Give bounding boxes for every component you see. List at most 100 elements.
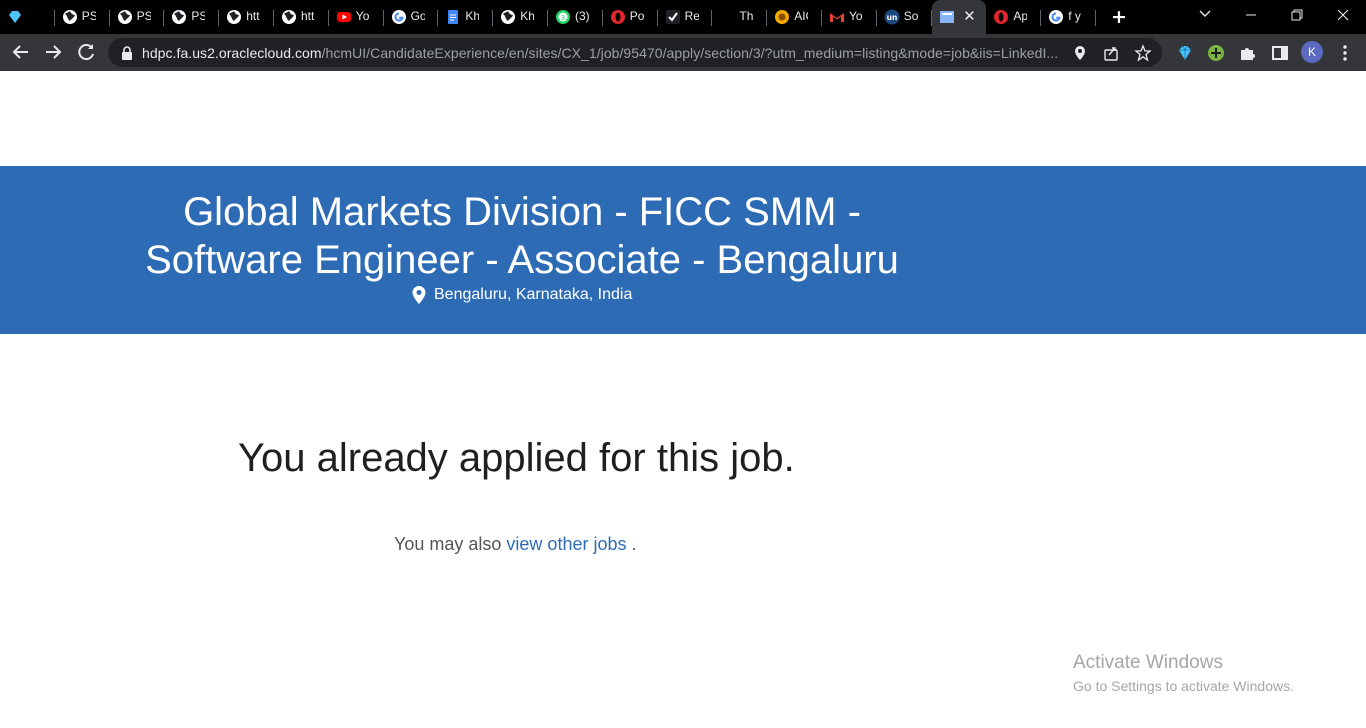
tab-title: (3) <box>575 9 589 23</box>
docs-icon <box>448 10 459 24</box>
gem-extension-icon[interactable] <box>1175 43 1195 63</box>
arrow-left-icon <box>12 45 28 59</box>
other-jobs-prefix: You may also <box>394 534 502 554</box>
browser-tab[interactable]: Rec <box>658 0 713 34</box>
reload-button[interactable] <box>71 37 101 67</box>
youtube-icon <box>336 12 351 22</box>
view-other-jobs-link[interactable]: view other jobs <box>506 534 626 554</box>
puzzle-icon[interactable] <box>1238 43 1258 63</box>
forward-button[interactable] <box>38 37 68 67</box>
browser-tab[interactable]: PSI <box>164 0 220 34</box>
tab-search-button[interactable] <box>1182 0 1228 30</box>
blank-icon <box>719 9 735 25</box>
tab-title: PSI <box>191 9 206 23</box>
new-tab-button[interactable]: + <box>1108 6 1130 28</box>
browser-tab[interactable]: f y <box>1041 0 1096 34</box>
google-icon <box>391 10 406 24</box>
browser-tab[interactable]: AIC <box>767 0 822 34</box>
close-icon <box>1337 9 1349 21</box>
tab-title: Kh <box>520 9 535 23</box>
tab-title: htt <box>301 9 315 23</box>
minimize-button[interactable] <box>1228 0 1274 30</box>
page-icon <box>939 11 954 23</box>
avatar[interactable]: K <box>1301 41 1323 63</box>
check-icon <box>665 10 680 24</box>
side-panel-icon[interactable] <box>1270 43 1290 63</box>
tab-title: AIC <box>794 9 808 23</box>
star-icon[interactable] <box>1134 44 1152 62</box>
browser-tab[interactable]: Th <box>712 0 768 34</box>
tab-title: Sol <box>903 9 918 23</box>
gmail-icon <box>830 13 844 22</box>
globe-icon <box>172 10 187 24</box>
browser-tab[interactable] <box>0 0 55 34</box>
watermark-title: Activate Windows <box>1073 652 1223 673</box>
tab-active[interactable]: ✕ <box>931 0 987 34</box>
browser-tab[interactable]: Kh <box>438 0 494 34</box>
restore-button[interactable] <box>1274 0 1320 30</box>
globe-icon <box>282 10 296 24</box>
location-pin-icon <box>412 286 426 304</box>
share-icon[interactable] <box>1102 44 1120 62</box>
browser-tab[interactable]: un Sol <box>877 0 932 34</box>
add-extension-icon[interactable] <box>1206 43 1226 63</box>
opera-icon <box>610 10 625 24</box>
globe-icon <box>501 10 516 24</box>
browser-tab[interactable]: Ap <box>986 0 1042 34</box>
browser-tab[interactable]: You <box>822 0 877 34</box>
tab-separator <box>1094 10 1096 26</box>
tab-title: Go <box>410 9 425 23</box>
google-icon <box>1049 10 1064 24</box>
chevron-down-icon <box>1199 10 1211 17</box>
browser-tab[interactable]: You <box>329 0 384 34</box>
tab-title: Rec <box>684 9 699 23</box>
minimize-icon <box>1246 14 1256 16</box>
gem-icon <box>9 11 21 23</box>
svg-text:un: un <box>886 13 897 22</box>
reload-icon <box>78 44 94 61</box>
browser-tab[interactable]: htt <box>219 0 274 34</box>
lock-icon <box>122 46 132 60</box>
tab-title: Ap <box>1013 9 1028 23</box>
back-button[interactable] <box>6 37 36 67</box>
job-location: Bengaluru, Karnataka, India <box>412 286 632 304</box>
activate-windows-watermark: Activate Windows Go to Settings to activ… <box>1073 652 1294 696</box>
already-applied-heading: You already applied for this job. <box>238 436 795 480</box>
tab-title: PSI <box>81 9 96 23</box>
job-location-text: Bengaluru, Karnataka, India <box>434 286 633 303</box>
tab-title: You <box>355 9 370 23</box>
globe-icon <box>227 10 242 24</box>
tab-title: f y <box>1068 9 1081 23</box>
close-window-button[interactable] <box>1320 0 1366 30</box>
tab-title: Pot <box>629 9 644 23</box>
emblem-icon <box>775 10 790 24</box>
whatsapp-icon: 3 <box>556 10 570 24</box>
tab-title: PSI <box>136 9 151 23</box>
tab-strip: PSI PSI PSI htt htt You Go Kh Kh 3 (3) Pot Rec Th AIC Y… <box>0 0 1366 34</box>
location-pin-icon[interactable] <box>1071 44 1089 62</box>
browser-tab[interactable]: PSI <box>110 0 165 34</box>
browser-tab[interactable]: htt <box>274 0 329 34</box>
tab-title: Kh <box>465 9 480 23</box>
browser-tab[interactable]: Pot <box>603 0 658 34</box>
browser-tab[interactable]: Kh <box>493 0 548 34</box>
tab-title: You <box>849 9 863 23</box>
opera-icon <box>994 10 1009 24</box>
globe-icon <box>117 10 132 24</box>
kebab-menu-icon[interactable] <box>1335 43 1355 63</box>
address-bar[interactable]: hdpc.fa.us2.oraclecloud.com/hcmUI/Candid… <box>108 38 1162 67</box>
close-tab-icon[interactable]: ✕ <box>961 8 977 24</box>
tab-title: Th <box>739 9 754 23</box>
browser-tab[interactable]: 3 (3) <box>548 0 603 34</box>
globe-icon <box>62 10 77 24</box>
job-title: Global Markets Division - FICC SMM - Sof… <box>145 190 899 282</box>
unstop-icon: un <box>884 9 900 25</box>
arrow-right-icon <box>46 45 62 59</box>
other-jobs-line: You may also view other jobs . <box>394 534 637 555</box>
restore-icon <box>1291 9 1303 21</box>
job-header-banner: Global Markets Division - FICC SMM - Sof… <box>0 166 1366 334</box>
browser-tab[interactable]: PSI <box>55 0 110 34</box>
browser-tab[interactable]: Go <box>384 0 439 34</box>
svg-text:3: 3 <box>561 14 565 22</box>
other-jobs-suffix: . <box>631 534 637 554</box>
